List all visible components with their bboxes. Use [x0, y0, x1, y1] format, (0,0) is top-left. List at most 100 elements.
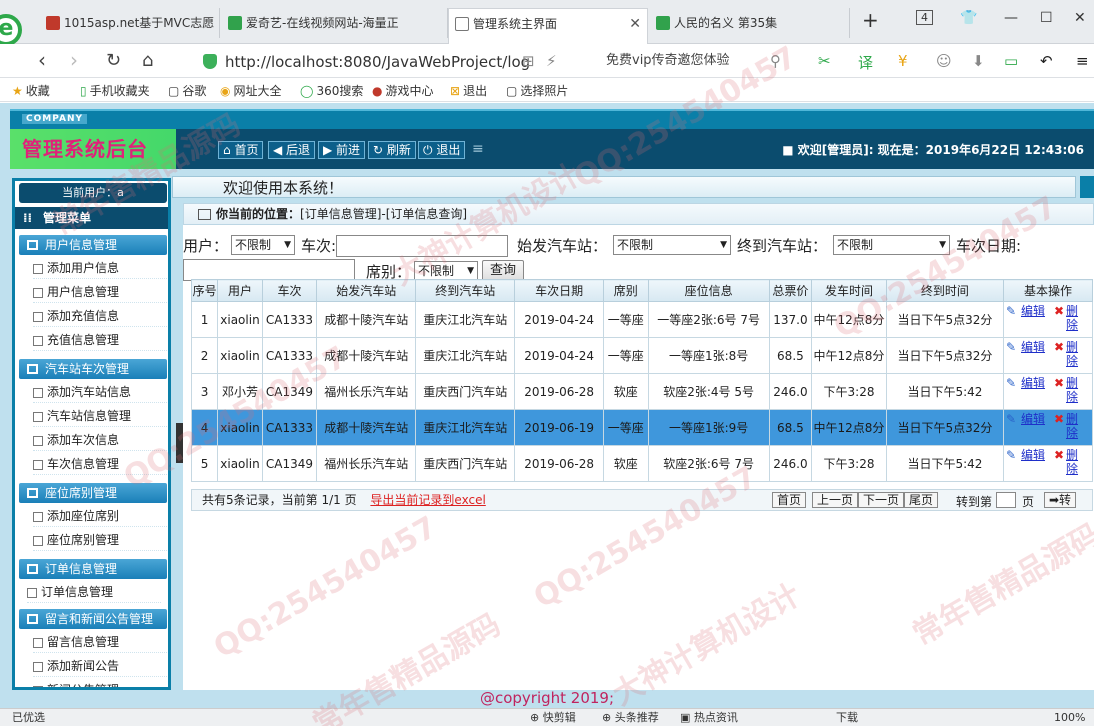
delete-link[interactable]: 删除	[1066, 340, 1082, 368]
home-button[interactable]: ⌂ 首页	[218, 141, 264, 159]
table-cell: 2019-06-19	[514, 409, 605, 446]
table-cell: 成都十陵汽车站	[316, 337, 417, 374]
browser-logo-icon[interactable]: e	[0, 14, 22, 46]
sidebar-item-user-manage[interactable]: 用户信息管理	[33, 281, 167, 303]
new-tab-icon[interactable]: +	[862, 8, 879, 32]
export-excel-link[interactable]: 导出当前记录到excel	[370, 493, 485, 507]
table-row[interactable]: 3 邓小芳 CA1349 福州长乐汽车站 重庆西门汽车站 2019-06-28 软座 软座2张…	[190, 373, 1093, 410]
sidebar-item-add-news[interactable]: 添加新闻公告	[33, 655, 167, 677]
close-window-icon[interactable]: ✕	[1074, 10, 1086, 26]
search-icon[interactable]: ⚲	[770, 52, 781, 70]
delete-link[interactable]: 删除	[1066, 412, 1082, 440]
logout-button[interactable]: ⏻ 退出	[418, 141, 466, 159]
bookmark-item[interactable]: ◉ 网址大全	[220, 82, 282, 99]
coin-icon[interactable]: ¥	[898, 52, 908, 70]
sidebar-group-orders[interactable]: 订单信息管理	[19, 559, 167, 579]
back-icon[interactable]: ‹	[38, 48, 46, 72]
edit-link[interactable]: 编辑	[1018, 448, 1048, 462]
column-header: 用户	[217, 279, 263, 302]
browser-tab[interactable]: 人民的名义 第35集	[650, 8, 850, 38]
sidebar-group-seats[interactable]: 座位席别管理	[19, 483, 167, 503]
sidebar-item-train-manage[interactable]: 车次信息管理	[33, 453, 167, 475]
grid-icon[interactable]: ⊞	[522, 52, 535, 70]
bookmark-item[interactable]: ▯ 手机收藏夹	[80, 82, 150, 99]
bolt-icon[interactable]: ⚡	[546, 52, 557, 70]
train-input[interactable]	[336, 235, 508, 257]
bookmark-item[interactable]: ▢ 谷歌	[168, 82, 206, 99]
end-station-select[interactable]: 不限制	[833, 235, 950, 255]
browser-tab[interactable]: 爱奇艺-在线视频网站-海量正	[222, 8, 448, 38]
edit-link[interactable]: 编辑	[1018, 304, 1048, 318]
refresh-button[interactable]: ↻ 刷新	[368, 141, 416, 159]
sidebar-group-news[interactable]: 留言和新闻公告管理	[19, 609, 167, 629]
brand-title: 管理系统后台	[10, 129, 176, 169]
bookmark-item[interactable]: ● 游戏中心	[372, 82, 434, 99]
back-button[interactable]: ◀ 后退	[268, 141, 316, 159]
status-item[interactable]: ⊕ 头条推荐	[602, 709, 659, 726]
seat-select[interactable]: 不限制	[414, 261, 478, 281]
status-item[interactable]: ⊕ 快剪辑	[530, 709, 576, 726]
bookmark-item[interactable]: ⊠ 退出	[450, 82, 487, 99]
close-tab-icon[interactable]: ✕	[629, 9, 641, 39]
goto-page-input[interactable]	[996, 492, 1016, 508]
edit-link[interactable]: 编辑	[1018, 376, 1048, 390]
reload-icon[interactable]: ↻	[106, 50, 121, 71]
sidebar-item-station-manage[interactable]: 汽车站信息管理	[33, 405, 167, 427]
prev-page-button[interactable]: 上一页	[812, 492, 859, 508]
sidebar-group-stations[interactable]: 汽车站车次管理	[19, 359, 167, 379]
emoji-icon[interactable]: ☺	[936, 52, 952, 70]
forward-icon[interactable]: ›	[70, 48, 78, 72]
tab-count-badge[interactable]: 4	[916, 10, 933, 25]
undo-icon[interactable]: ↶	[1040, 52, 1053, 70]
sidebar-item-add-station[interactable]: 添加汽车站信息	[33, 381, 167, 403]
sidebar-item-message-manage[interactable]: 留言信息管理	[33, 631, 167, 653]
next-page-button[interactable]: 下一页	[858, 492, 905, 508]
table-row[interactable]: 5 xiaolin CA1349 福州长乐汽车站 重庆西门汽车站 2019-06-28 软座…	[190, 445, 1093, 482]
start-station-select[interactable]: 不限制	[613, 235, 731, 255]
bookmark-item[interactable]: ▢ 选择照片	[506, 82, 568, 99]
minimize-icon[interactable]: —	[1004, 10, 1018, 26]
sidebar-item-add-user[interactable]: 添加用户信息	[33, 257, 167, 279]
bookmark-item[interactable]: ★ 收藏	[12, 82, 50, 99]
search-box[interactable]: 免费vip传奇邀您体验	[600, 49, 790, 73]
phone-icon: ▯	[80, 84, 87, 98]
first-page-button[interactable]: 首页	[772, 492, 807, 508]
zoom-level[interactable]: 100%	[1054, 709, 1085, 726]
delete-link[interactable]: 删除	[1066, 448, 1082, 476]
table-row[interactable]: 4 xiaolin CA1333 成都十陵汽车站 重庆江北汽车站 2019-06-19 一等…	[190, 409, 1093, 446]
browser-tab-active[interactable]: 管理系统主界面 ✕	[448, 8, 648, 44]
download-icon[interactable]: ⬇	[972, 52, 985, 70]
forward-button[interactable]: ▶ 前进	[318, 141, 366, 159]
edit-link[interactable]: 编辑	[1018, 340, 1048, 354]
menu-icon[interactable]: ≡	[1076, 52, 1089, 70]
table-cell: 软座	[603, 373, 649, 410]
home-icon[interactable]: ⌂	[142, 50, 153, 71]
sidebar-item-add-train[interactable]: 添加车次信息	[33, 429, 167, 451]
sidebar-item-seat-manage[interactable]: 座位席别管理	[33, 529, 167, 551]
delete-link[interactable]: 删除	[1066, 304, 1082, 332]
bookmark-item[interactable]: ◯ 360搜索	[300, 82, 363, 99]
battery-icon[interactable]: ▭	[1004, 52, 1018, 70]
page-icon: ▢	[506, 84, 518, 98]
browser-tab[interactable]: 1015asp.net基于MVC志愿	[40, 8, 220, 38]
status-item[interactable]: 下载	[836, 709, 858, 726]
shirt-icon[interactable]: 👕	[960, 10, 977, 26]
table-row[interactable]: 1 xiaolin CA1333 成都十陵汽车站 重庆江北汽车站 2019-04-24 一等…	[190, 301, 1093, 338]
scissors-icon[interactable]: ✂	[818, 52, 831, 70]
table-cell: 一等座	[603, 337, 649, 374]
last-page-button[interactable]: 尾页	[904, 492, 939, 508]
date-input[interactable]	[183, 259, 355, 281]
status-item[interactable]: ▣ 热点资讯	[680, 709, 738, 726]
sidebar-item-add-seat[interactable]: 添加座位席别	[33, 505, 167, 527]
maximize-icon[interactable]: ☐	[1040, 10, 1053, 26]
sidebar-item-order-manage[interactable]: 订单信息管理	[27, 581, 161, 603]
table-row[interactable]: 2 xiaolin CA1333 成都十陵汽车站 重庆江北汽车站 2019-04-24 一等…	[190, 337, 1093, 374]
user-select[interactable]: 不限制	[231, 235, 295, 255]
go-button[interactable]: ➡转	[1044, 492, 1077, 508]
edit-link[interactable]: 编辑	[1018, 412, 1048, 426]
delete-link[interactable]: 删除	[1066, 376, 1082, 404]
sidebar-item-add-recharge[interactable]: 添加充值信息	[33, 305, 167, 327]
sidebar-group-users[interactable]: 用户信息管理	[19, 235, 167, 255]
sidebar-item-recharge-manage[interactable]: 充值信息管理	[33, 329, 167, 351]
translate-icon[interactable]: 译	[858, 52, 873, 73]
